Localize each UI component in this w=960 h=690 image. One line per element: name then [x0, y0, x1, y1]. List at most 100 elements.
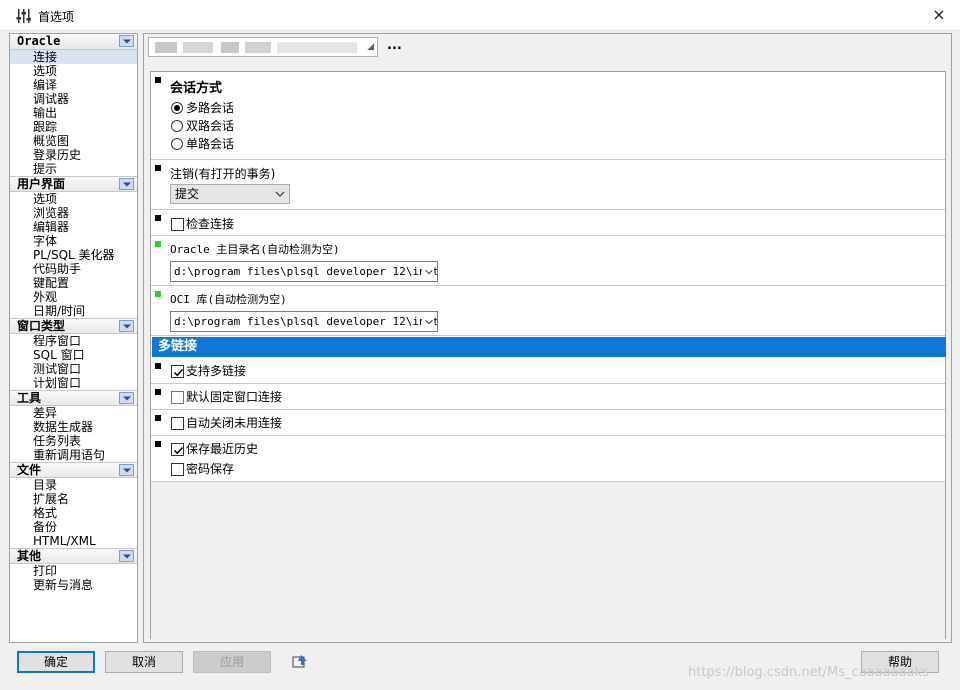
nav-item[interactable]: 计划窗口: [10, 376, 137, 390]
chevron-down-icon: [275, 191, 285, 197]
nav-item[interactable]: 外观: [10, 290, 137, 304]
radio-single-session[interactable]: 单路会话: [170, 135, 234, 153]
nav-item[interactable]: 选项: [10, 192, 137, 206]
nav-group-header[interactable]: 窗口类型: [10, 318, 137, 334]
check-connection-checkbox[interactable]: 检查连接: [170, 215, 234, 233]
nav-item[interactable]: 提示: [10, 162, 137, 176]
nav-item[interactable]: 字体: [10, 234, 137, 248]
checkbox-label: 检查连接: [186, 217, 235, 231]
nav-group-header[interactable]: 工具: [10, 390, 137, 406]
nav-item[interactable]: 调试器: [10, 92, 137, 106]
save-history-checkbox[interactable]: 保存最近历史: [170, 440, 258, 458]
checkbox[interactable]: [171, 218, 184, 231]
nav-item[interactable]: PL/SQL 美化器: [10, 248, 137, 262]
support-multi-checkbox[interactable]: 支持多链接: [170, 362, 246, 380]
settings-panel: ◢ ... 会话方式 多路会话 双路会话 单路会话 注销(有打开的事务) 提交: [143, 33, 952, 643]
cancel-button[interactable]: 取消: [105, 651, 183, 673]
save-password-checkbox[interactable]: 密码保存: [170, 460, 258, 478]
radio-button[interactable]: [171, 120, 183, 132]
collapse-chevron-icon[interactable]: [119, 320, 134, 332]
radio-label: 多路会话: [186, 101, 235, 115]
nav-item[interactable]: 概览图: [10, 134, 137, 148]
session-mode-title: 会话方式: [170, 81, 223, 96]
nav-item[interactable]: 目录: [10, 478, 137, 492]
nav-group-label: 文件: [17, 463, 42, 477]
nav-item[interactable]: 浏览器: [10, 206, 137, 220]
close-button[interactable]: ×: [926, 4, 952, 26]
nav-item[interactable]: 重新调用语句: [10, 448, 137, 462]
nav-item[interactable]: 跟踪: [10, 120, 137, 134]
oracle-home-select[interactable]: d:\program files\plsql developer 12\inst…: [170, 261, 438, 282]
checkbox-label: 支持多链接: [186, 364, 247, 378]
nav-item[interactable]: 选项: [10, 64, 137, 78]
logoff-label: 注销(有打开的事务): [170, 167, 276, 181]
pin-window-icon[interactable]: [292, 654, 308, 670]
nav-group-header[interactable]: Oracle: [10, 34, 137, 50]
nav-item[interactable]: 任务列表: [10, 434, 137, 448]
nav-item[interactable]: 备份: [10, 520, 137, 534]
collapse-chevron-icon[interactable]: [119, 464, 134, 476]
ok-button[interactable]: 确定: [17, 651, 95, 673]
checkbox[interactable]: [171, 463, 184, 476]
apply-button[interactable]: 应用: [193, 651, 271, 673]
collapse-chevron-icon[interactable]: [119, 550, 134, 562]
default-fixed-section: 默认固定窗口连接: [151, 384, 945, 410]
collapse-chevron-icon[interactable]: [119, 35, 134, 47]
nav-group-header[interactable]: 用户界面: [10, 176, 137, 192]
radio-button[interactable]: [171, 138, 183, 150]
nav-item[interactable]: SQL 窗口: [10, 348, 137, 362]
nav-group-label: 工具: [17, 391, 42, 405]
checkbox[interactable]: [171, 443, 184, 456]
nav-item[interactable]: 连接: [10, 50, 137, 64]
oracle-home-label: Oracle 主目录名(自动检测为空): [170, 243, 340, 256]
nav-item[interactable]: 程序窗口: [10, 334, 137, 348]
chevron-down-icon: [422, 262, 434, 281]
nav-item[interactable]: 打印: [10, 564, 137, 578]
nav-item[interactable]: 输出: [10, 106, 137, 120]
collapse-chevron-icon[interactable]: [119, 178, 134, 190]
section-marker: [155, 363, 161, 369]
watermark: https://blog.csdn.net/Ms_caaaaaaaks: [688, 665, 929, 680]
nav-item[interactable]: 格式: [10, 506, 137, 520]
nav-group-header[interactable]: 文件: [10, 462, 137, 478]
nav-item[interactable]: 扩展名: [10, 492, 137, 506]
radio-dual-session[interactable]: 双路会话: [170, 117, 234, 135]
oracle-home-section: Oracle 主目录名(自动检测为空) d:\program files\pls…: [151, 236, 945, 286]
checkbox[interactable]: [171, 391, 184, 404]
nav-group-header[interactable]: 其他: [10, 548, 137, 564]
history-section: 保存最近历史 密码保存: [151, 436, 945, 482]
nav-group-label: Oracle: [17, 34, 61, 48]
nav-item[interactable]: 登录历史: [10, 148, 137, 162]
nav-item[interactable]: 代码助手: [10, 262, 137, 276]
nav-item[interactable]: 差异: [10, 406, 137, 420]
nav-item[interactable]: 编译: [10, 78, 137, 92]
auto-close-checkbox[interactable]: 自动关闭未用连接: [170, 414, 282, 432]
nav-item[interactable]: 更新与消息: [10, 578, 137, 592]
connection-select[interactable]: ◢: [148, 37, 378, 57]
oci-library-select[interactable]: d:\program files\plsql developer 12\inst…: [170, 311, 438, 332]
collapse-chevron-icon[interactable]: [119, 392, 134, 404]
oci-library-section: OCI 库(自动检测为空) d:\program files\plsql dev…: [151, 286, 945, 336]
default-fixed-checkbox[interactable]: 默认固定窗口连接: [170, 388, 282, 406]
support-multi-section: 支持多链接: [151, 358, 945, 384]
section-marker: [155, 415, 161, 421]
title-bar: 首选项 ×: [0, 0, 960, 31]
connection-more-button[interactable]: ...: [387, 38, 402, 53]
nav-item[interactable]: 编辑器: [10, 220, 137, 234]
nav-item[interactable]: 数据生成器: [10, 420, 137, 434]
oci-library-label: OCI 库(自动检测为空): [170, 293, 287, 306]
checkmark-icon: [173, 446, 184, 455]
nav-item[interactable]: 日期/时间: [10, 304, 137, 318]
section-marker: [155, 77, 161, 83]
nav-item[interactable]: 键配置: [10, 276, 137, 290]
checkbox[interactable]: [171, 417, 184, 430]
radio-button[interactable]: [171, 102, 183, 114]
nav-item[interactable]: HTML/XML: [10, 534, 137, 548]
oracle-home-value: d:\program files\plsql developer 12\inst…: [174, 265, 438, 278]
checkbox[interactable]: [171, 365, 184, 378]
nav-item[interactable]: 测试窗口: [10, 362, 137, 376]
radio-multi-session[interactable]: 多路会话: [170, 99, 234, 117]
auto-close-section: 自动关闭未用连接: [151, 410, 945, 436]
session-mode-section: 会话方式 多路会话 双路会话 单路会话: [151, 72, 945, 160]
logoff-select[interactable]: 提交: [170, 184, 290, 204]
